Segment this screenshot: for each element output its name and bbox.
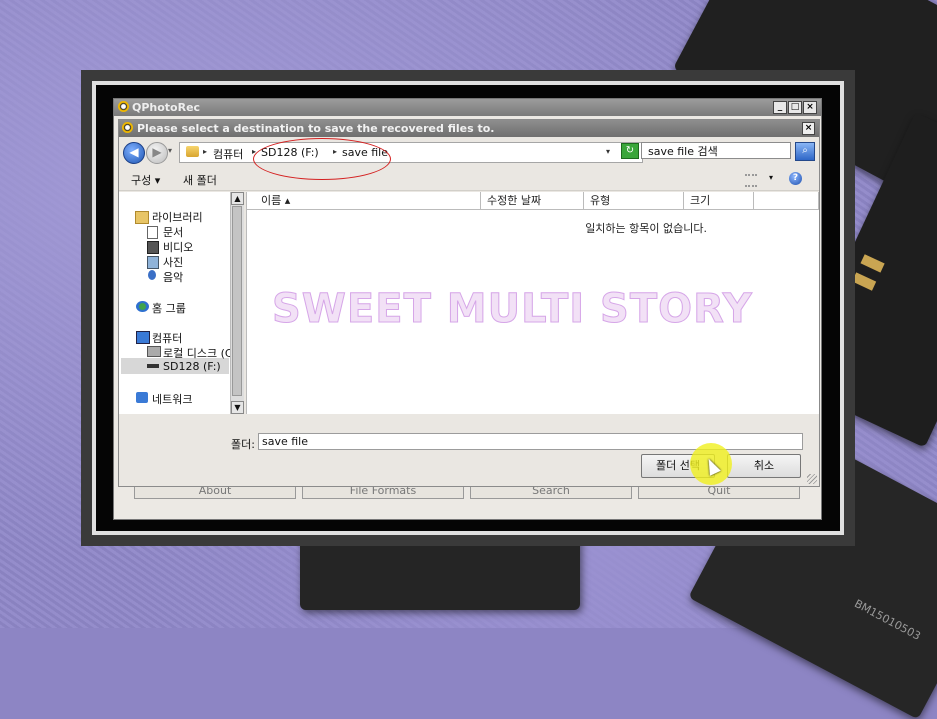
window-controls: _ □ ×: [773, 101, 817, 114]
empty-list-message: 일치하는 항목이 없습니다.: [585, 222, 707, 235]
resize-grip[interactable]: [807, 474, 817, 484]
dialog-titlebar[interactable]: Please select a destination to save the …: [119, 120, 819, 137]
videos-icon: [147, 241, 159, 254]
local-disk-icon: [147, 346, 161, 357]
watermark: SWEET MULTI STORY: [272, 286, 753, 333]
music-icon: [148, 270, 156, 280]
scroll-thumb[interactable]: [232, 206, 242, 396]
computer-icon: [136, 331, 150, 344]
pictures-icon: [147, 256, 159, 269]
dialog-toolbar: 구성 ▾ 새 폴더 ▾ ?: [119, 168, 819, 191]
new-folder-button[interactable]: 새 폴더: [183, 172, 217, 188]
scroll-down-icon[interactable]: ▼: [231, 401, 244, 414]
nav-scrollbar[interactable]: ▲ ▼: [230, 192, 244, 414]
sidebar-item-documents[interactable]: 문서: [163, 224, 183, 240]
dialog-title: Please select a destination to save the …: [137, 122, 495, 135]
search-input[interactable]: save file 검색: [641, 142, 791, 159]
sidebar-item-libraries[interactable]: 라이브러리: [152, 209, 203, 225]
chevron-down-icon[interactable]: ▾: [606, 147, 610, 156]
view-options-icon[interactable]: [745, 174, 757, 187]
close-button[interactable]: ×: [803, 101, 817, 114]
dialog-icon: [122, 122, 133, 133]
minimize-button[interactable]: _: [773, 101, 787, 114]
help-icon[interactable]: ?: [789, 172, 802, 185]
navigation-pane: 라이브러리 문서 비디오 사진 음악 홈 그룹 컴퓨터 로컬 디스크 (C SD…: [119, 192, 244, 414]
sidebar-item-local-disk[interactable]: 로컬 디스크 (C: [163, 345, 233, 361]
maximize-button[interactable]: □: [788, 101, 802, 114]
network-icon: [136, 392, 148, 403]
sidebar-item-computer[interactable]: 컴퓨터: [152, 330, 182, 346]
column-header-type[interactable]: 유형: [584, 192, 684, 210]
breadcrumb-computer[interactable]: 컴퓨터: [213, 146, 243, 162]
column-header-size[interactable]: 크기: [684, 192, 754, 210]
column-header-date[interactable]: 수정한 날짜: [481, 192, 584, 210]
sidebar-item-homegroup[interactable]: 홈 그룹: [152, 300, 186, 316]
organize-button[interactable]: 구성 ▾: [131, 172, 160, 188]
sidebar-item-pictures[interactable]: 사진: [163, 254, 183, 270]
app-icon: [118, 101, 129, 112]
libraries-icon: [135, 211, 149, 224]
sidebar-item-videos[interactable]: 비디오: [163, 239, 193, 255]
app-title: QPhotoRec: [132, 101, 201, 114]
scroll-up-icon[interactable]: ▲: [231, 192, 244, 205]
sd-card-icon: [147, 364, 159, 368]
search-icon[interactable]: ⌕: [795, 142, 815, 161]
chevron-down-icon[interactable]: ▾: [769, 173, 773, 182]
documents-icon: [147, 226, 158, 239]
column-header-extra[interactable]: [754, 192, 819, 210]
app-titlebar[interactable]: QPhotoRec _ □ ×: [114, 99, 821, 116]
card-label: BM15010503: [852, 597, 923, 643]
forward-arrow-icon[interactable]: ▶: [146, 142, 168, 164]
chevron-icon[interactable]: ▸: [203, 147, 207, 156]
cancel-button[interactable]: 취소: [727, 454, 801, 478]
sidebar-item-music[interactable]: 음악: [163, 269, 183, 285]
dialog-close-button[interactable]: ×: [802, 122, 815, 135]
sidebar-item-network[interactable]: 네트워크: [152, 391, 192, 407]
sidebar-item-sd128[interactable]: SD128 (F:): [163, 360, 221, 373]
refresh-icon[interactable]: ↻: [621, 143, 639, 159]
breadcrumb[interactable]: ▸ 컴퓨터 ▸ SD128 (F:) ▸ save file ▾: [179, 142, 643, 163]
homegroup-icon: [136, 301, 149, 312]
folder-label: 폴더:: [231, 438, 255, 451]
recent-locations-chevron-icon[interactable]: ▾: [168, 146, 172, 155]
folder-icon: [186, 146, 199, 157]
back-arrow-icon[interactable]: ◀: [123, 142, 145, 164]
address-bar-row: ◀ ▶ ▾ ▸ 컴퓨터 ▸ SD128 (F:) ▸ save file ▾ ↻…: [119, 138, 819, 180]
column-header-name[interactable]: 이름 ▴: [247, 192, 481, 210]
